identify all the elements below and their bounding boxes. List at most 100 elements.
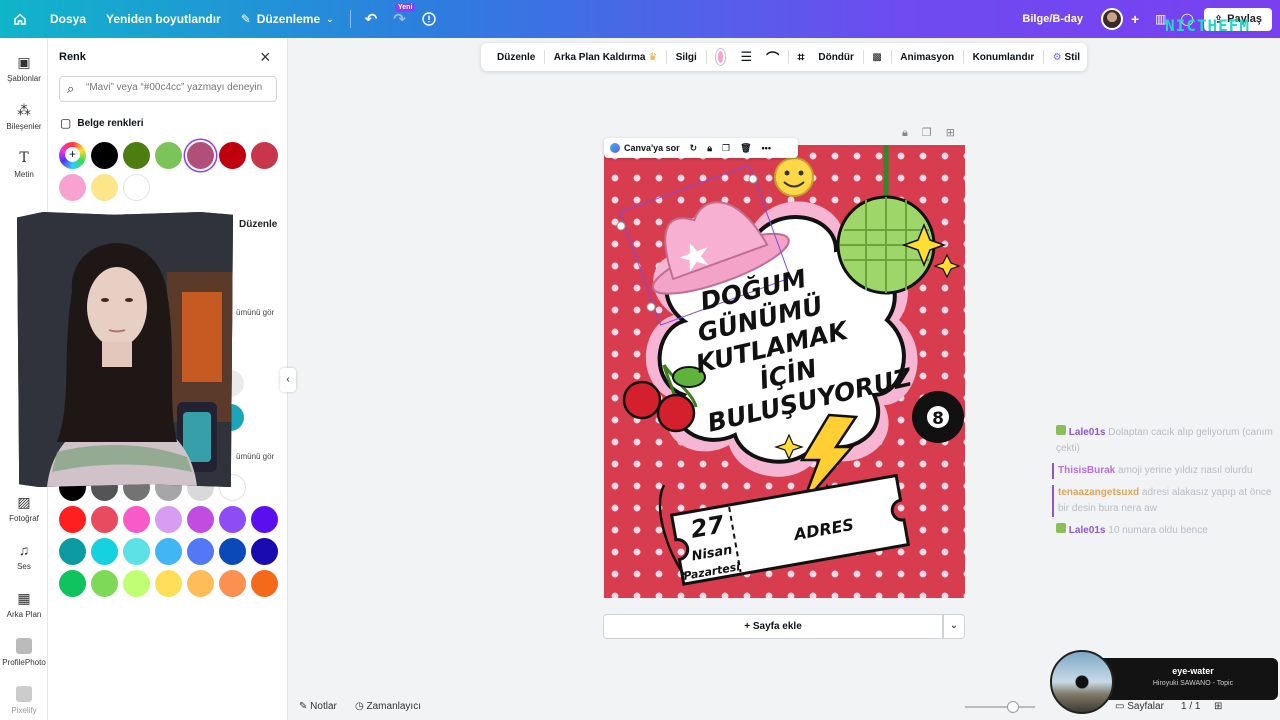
color-swatch[interactable] [230, 404, 244, 431]
default-color-swatch[interactable] [91, 538, 118, 565]
add-color-button[interactable]: + [59, 142, 86, 169]
default-color-swatch[interactable] [59, 570, 86, 597]
document-color-swatch[interactable] [187, 142, 214, 169]
home-button[interactable] [0, 0, 40, 38]
color-search-input[interactable] [86, 82, 272, 93]
rail-item-text[interactable]: T Metin [0, 150, 48, 179]
document-color-swatch[interactable] [123, 142, 150, 169]
regenerate-icon[interactable]: ↻ [690, 143, 698, 154]
default-color-swatch[interactable] [187, 506, 214, 533]
notes-button[interactable]: ✎ Notlar [299, 701, 337, 712]
collapse-panel-button[interactable]: ‹ [280, 368, 296, 392]
animate-button[interactable]: Animasyon [893, 52, 961, 63]
default-color-swatch[interactable] [123, 538, 150, 565]
document-color-swatch[interactable] [91, 142, 118, 169]
default-color-swatch[interactable] [155, 538, 182, 565]
close-button[interactable]: × [260, 47, 271, 68]
rotate-button[interactable]: Döndür [811, 52, 861, 63]
background-remover-button[interactable]: Arka Plan Kaldırma ♛ [547, 52, 664, 63]
document-colors-heading: ▢ Belge renkleri [60, 116, 144, 130]
duplicate-icon[interactable]: ❐ [722, 143, 730, 154]
eraser-button[interactable]: Silgi [669, 52, 704, 63]
elements-icon: ⁂ [17, 102, 31, 118]
new-badge: Yeni [395, 3, 416, 12]
resize-button[interactable]: Yeniden boyutlandır [96, 0, 231, 38]
design-page[interactable]: DOĞUM GÜNÜMÜ KUTLAMAK İÇİN BULUŞUYORUZ 8… [604, 145, 965, 598]
edit-menu[interactable]: ✎ Düzenleme ⌄ [231, 0, 344, 38]
default-color-swatch[interactable] [59, 538, 86, 565]
zoom-slider[interactable] [965, 701, 1035, 713]
avatar[interactable] [1100, 8, 1123, 30]
background-icon: ▦ [17, 590, 31, 606]
page-actions: 🔒︎❐⊞ [902, 126, 969, 140]
undo-button[interactable]: ↶ [357, 0, 386, 38]
rail-item-profile-photo[interactable]: ProfilePhoto [0, 638, 48, 667]
default-color-swatch[interactable] [123, 570, 150, 597]
pages-button[interactable]: ▭ Sayfalar [1115, 701, 1164, 712]
fill-color-button[interactable] [716, 49, 726, 65]
see-all-link[interactable]: ümünü gör [236, 308, 274, 317]
default-color-swatch[interactable] [187, 538, 214, 565]
default-color-swatch[interactable] [219, 538, 246, 565]
add-collaborator-icon[interactable]: + [1131, 11, 1139, 27]
corner-rounding-icon[interactable]: ⌒ [759, 48, 786, 67]
rail-item-pixelify[interactable]: Pixelify [0, 686, 48, 715]
trash-icon[interactable]: 🗑︎ [740, 143, 751, 154]
default-color-swatch[interactable] [59, 506, 86, 533]
whats-new-button[interactable] [414, 0, 444, 38]
rail-item-templates[interactable]: ▣ Şablonlar [0, 54, 48, 83]
default-color-swatch[interactable] [155, 506, 182, 533]
default-color-swatch[interactable] [91, 506, 118, 533]
default-color-swatch[interactable] [123, 506, 150, 533]
ask-canva-button[interactable]: Canva'ya sor [610, 143, 680, 153]
default-color-swatch[interactable] [219, 570, 246, 597]
document-color-swatch[interactable] [155, 142, 182, 169]
document-color-swatch[interactable] [59, 174, 86, 201]
lock-icon[interactable]: 🔒︎ [707, 143, 712, 154]
default-color-swatch[interactable] [155, 570, 182, 597]
chat-message: Lale01s 10 numara oldu bence [1052, 523, 1274, 539]
document-colors-label: Belge renkleri [77, 117, 144, 129]
document-title[interactable]: Bilge/B-day [1022, 13, 1083, 25]
default-color-swatch[interactable] [251, 570, 278, 597]
grid-view-icon[interactable]: ⊞ [1214, 701, 1222, 712]
default-color-swatch[interactable] [251, 538, 278, 565]
document-color-swatch[interactable] [91, 174, 118, 201]
add-page-button[interactable]: + Sayfa ekle [603, 614, 943, 639]
add-page-icon[interactable]: ⊞ [946, 127, 969, 139]
add-page-options-button[interactable]: ⌄ [943, 614, 965, 639]
file-menu[interactable]: Dosya [40, 0, 96, 38]
document-color-swatch[interactable] [219, 142, 246, 169]
style-button[interactable]: ⚙ Stil [1046, 52, 1087, 63]
color-swatch[interactable] [230, 370, 244, 397]
rail-item-audio[interactable]: ♫ Ses [0, 542, 48, 571]
position-button[interactable]: Konumlandır [966, 52, 1042, 63]
templates-icon: ▣ [17, 54, 31, 70]
see-all-link[interactable]: ümünü gör [236, 452, 274, 461]
color-search[interactable]: ⌕ [59, 76, 277, 102]
chevron-down-icon: ⌄ [326, 13, 334, 24]
document-color-swatch[interactable] [251, 142, 278, 169]
duplicate-page-icon[interactable]: ❐ [922, 127, 946, 139]
crop-icon[interactable]: ⌗ [791, 50, 812, 65]
default-color-swatch[interactable] [219, 506, 246, 533]
rail-item-photos[interactable]: ▨ Fotoğraf [0, 494, 48, 523]
more-icon[interactable]: ••• [762, 143, 771, 153]
timer-button[interactable]: ◷ Zamanlayıcı [355, 701, 421, 712]
rail-item-elements[interactable]: ⁂ Bileşenler [0, 102, 48, 131]
border-style-icon[interactable]: ☰ [733, 49, 759, 65]
default-color-swatch[interactable] [251, 506, 278, 533]
chat-badge-icon [1056, 425, 1066, 435]
plus-icon: + [65, 147, 80, 162]
edit-link[interactable]: Düzenle [239, 219, 277, 230]
rail-item-background[interactable]: ▦ Arka Plan [0, 590, 48, 619]
default-color-swatch[interactable] [187, 570, 214, 597]
default-color-swatch[interactable] [91, 570, 118, 597]
transparency-icon[interactable]: ▩ [865, 52, 888, 63]
toolbar-edit-button[interactable]: Düzenle [490, 52, 542, 63]
chevron-down-icon: ⌄ [949, 620, 959, 631]
timer-label: Zamanlayıcı [366, 701, 421, 712]
zoom-slider-handle[interactable] [1007, 701, 1019, 713]
lock-icon[interactable]: 🔒︎ [902, 127, 922, 139]
document-color-swatch[interactable] [123, 174, 150, 201]
